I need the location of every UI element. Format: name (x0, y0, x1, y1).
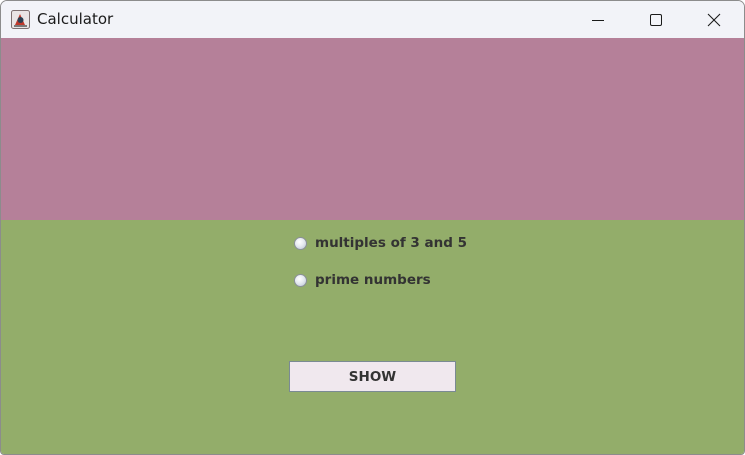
radio-label[interactable]: multiples of 3 and 5 (315, 235, 467, 251)
radio-prime-numbers[interactable]: prime numbers (294, 270, 431, 290)
radio-multiples-of-3-and-5[interactable]: multiples of 3 and 5 (294, 233, 467, 253)
java-app-icon (11, 10, 30, 29)
maximize-button[interactable] (627, 1, 685, 38)
maximize-icon (650, 14, 662, 26)
display-panel (1, 38, 744, 220)
close-icon (707, 13, 721, 27)
minimize-icon (592, 20, 604, 21)
radio-button-icon[interactable] (294, 236, 307, 250)
window-title: Calculator (37, 10, 114, 28)
close-button[interactable] (685, 1, 743, 38)
minimize-button[interactable] (569, 1, 627, 38)
title-bar[interactable]: Calculator (1, 1, 744, 38)
radio-label[interactable]: prime numbers (315, 272, 431, 288)
options-panel: multiples of 3 and 5 prime numbers SHOW (1, 220, 744, 454)
show-button[interactable]: SHOW (289, 361, 456, 392)
calculator-window: Calculator multiples of 3 and 5 prime nu… (0, 0, 745, 455)
radio-button-icon[interactable] (294, 273, 307, 287)
